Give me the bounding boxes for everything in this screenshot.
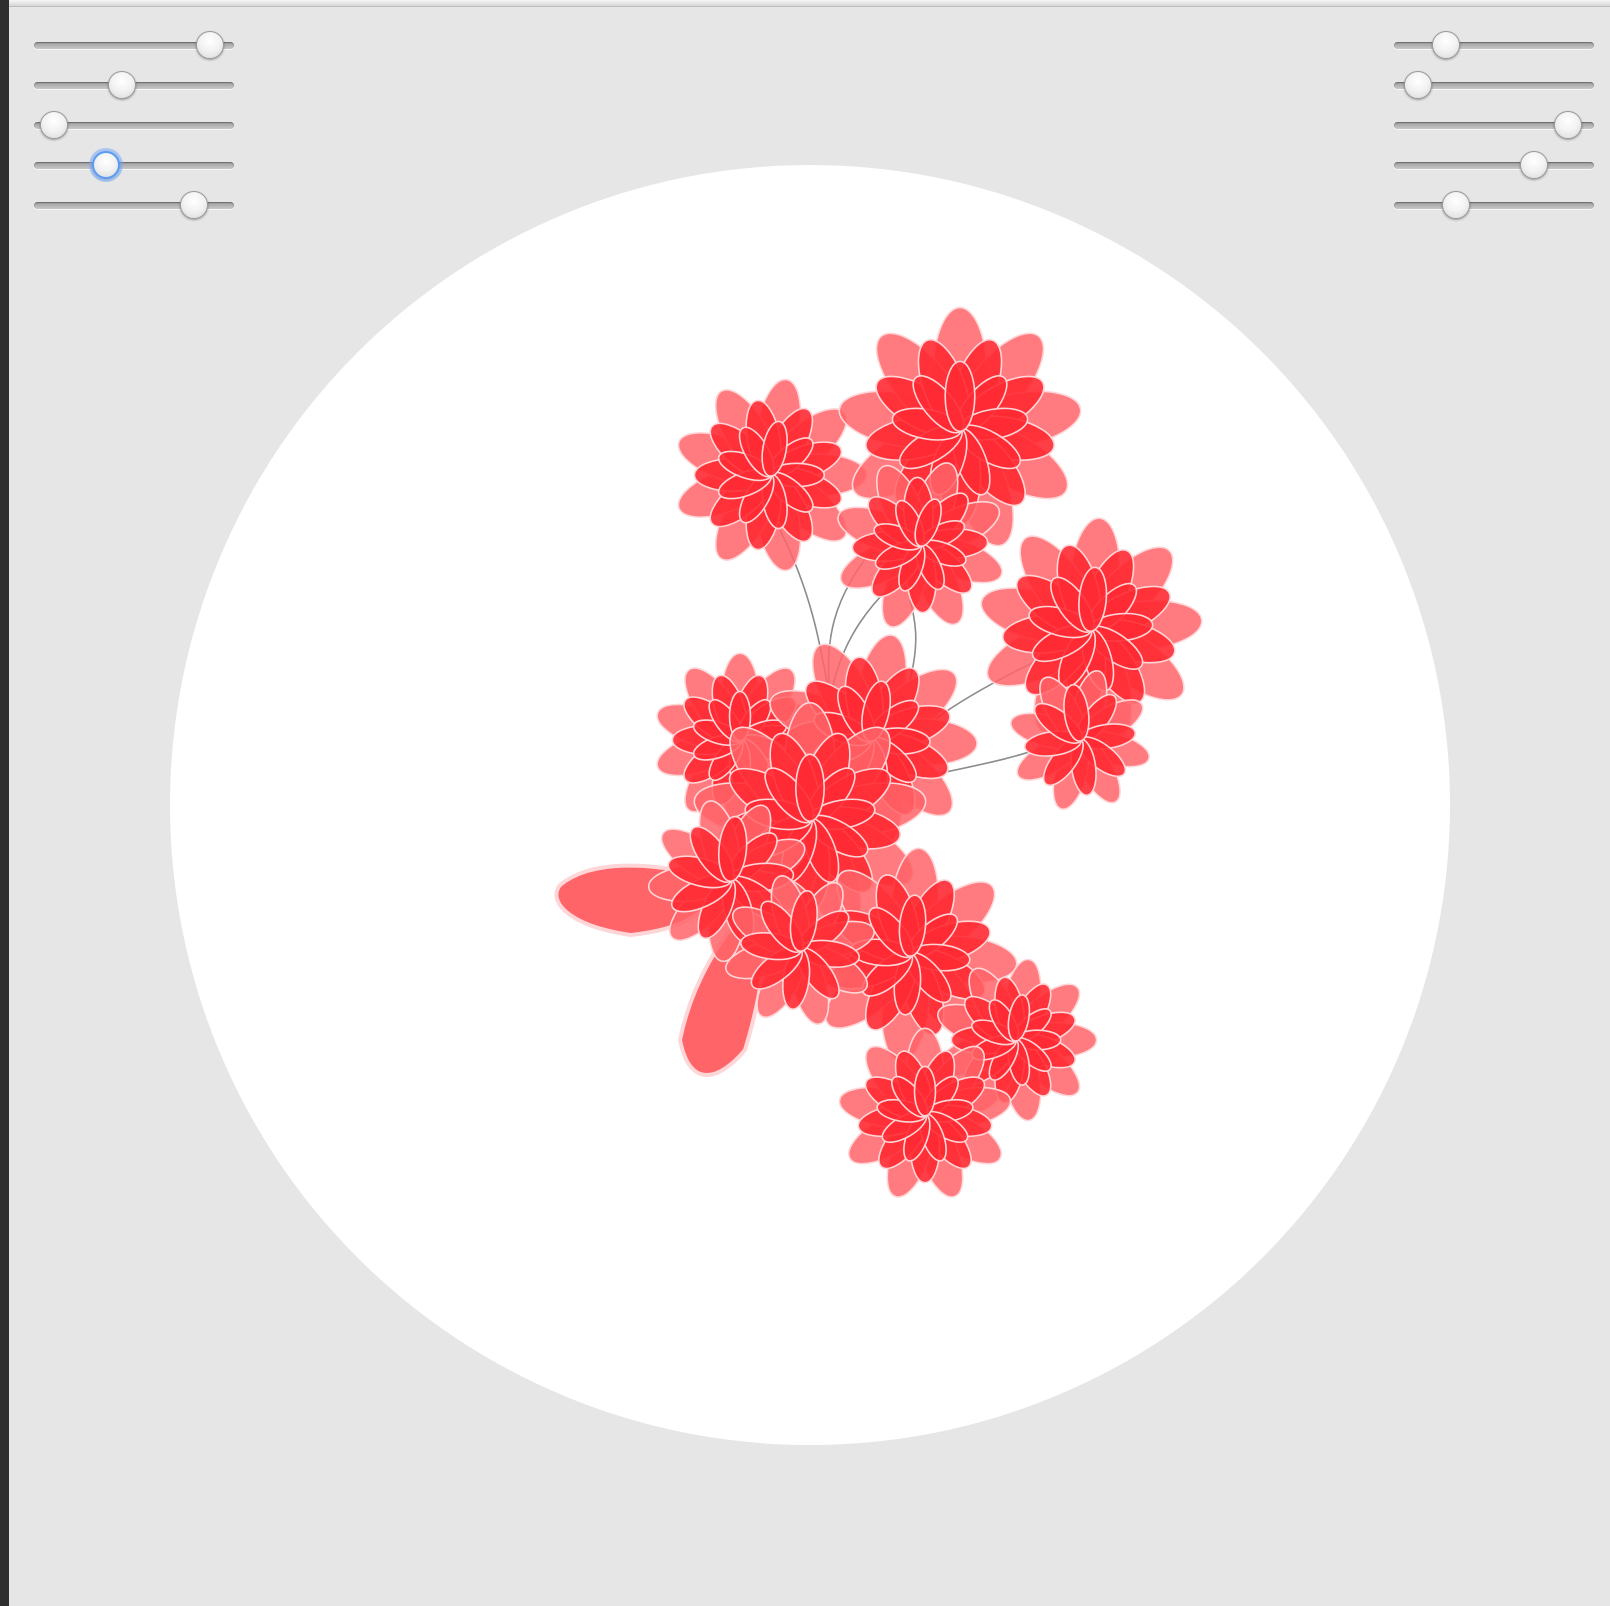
slider-track[interactable] <box>1394 162 1594 169</box>
slider-thumb[interactable] <box>196 31 224 59</box>
slider-thumb[interactable] <box>1442 191 1470 219</box>
slider-4[interactable] <box>34 146 234 186</box>
slider-thumb[interactable] <box>1554 111 1582 139</box>
slider-1[interactable] <box>34 26 234 66</box>
slider-thumb[interactable] <box>92 151 120 179</box>
slider-7[interactable] <box>1394 66 1594 106</box>
slider-5[interactable] <box>34 186 234 226</box>
slider-thumb[interactable] <box>1432 31 1460 59</box>
right-slider-panel <box>1394 26 1594 226</box>
slider-thumb[interactable] <box>1404 71 1432 99</box>
slider-thumb[interactable] <box>180 191 208 219</box>
slider-8[interactable] <box>1394 106 1594 146</box>
slider-10[interactable] <box>1394 186 1594 226</box>
slider-3[interactable] <box>34 106 234 146</box>
slider-2[interactable] <box>34 66 234 106</box>
app-window <box>0 0 1610 1606</box>
slider-thumb[interactable] <box>1520 151 1548 179</box>
petal <box>944 360 976 433</box>
petal <box>913 1065 937 1117</box>
slider-track[interactable] <box>34 162 234 169</box>
drawing-canvas <box>170 165 1450 1445</box>
slider-track[interactable] <box>1394 42 1594 49</box>
slider-thumb[interactable] <box>108 71 136 99</box>
slider-thumb[interactable] <box>40 111 68 139</box>
slider-track[interactable] <box>1394 202 1594 209</box>
petal <box>795 753 825 823</box>
slider-9[interactable] <box>1394 146 1594 186</box>
left-slider-panel <box>34 26 234 226</box>
slider-6[interactable] <box>1394 26 1594 66</box>
